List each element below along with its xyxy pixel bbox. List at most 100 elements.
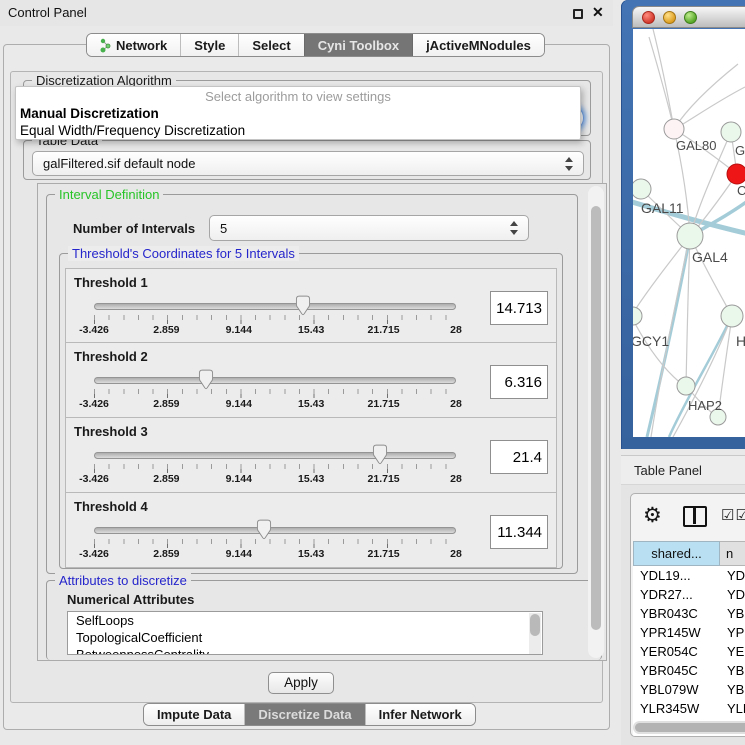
window-titlebar[interactable] — [632, 6, 745, 28]
threshold-slider[interactable]: -3.4262.8599.14415.4321.71528 — [94, 269, 456, 344]
close-traffic-light[interactable] — [642, 11, 655, 24]
list-item[interactable]: SelfLoops — [68, 612, 542, 629]
control-panel-tab-strip: Network Style Select Cyni Toolbox jActiv… — [86, 33, 545, 57]
tab-label: Style — [194, 38, 225, 53]
column-header-shared-name[interactable]: shared... — [633, 541, 720, 566]
slider-minor-ticks — [94, 464, 460, 469]
gear-icon[interactable]: ⚙ — [643, 502, 662, 530]
network-icon — [100, 38, 111, 53]
slider-thumb[interactable] — [295, 295, 310, 316]
slider-track[interactable] — [94, 452, 456, 459]
table-row[interactable]: YER054CYER0 — [633, 642, 745, 661]
threshold-row: Threshold 1 -3.4262.8599.14415.4321.7152… — [65, 268, 557, 343]
threshold-slider[interactable]: -3.4262.8599.14415.4321.71528 — [94, 493, 456, 568]
network-node[interactable] — [633, 307, 642, 325]
table-row[interactable]: YPR145WYPR1 — [633, 623, 745, 642]
group-title: Interval Definition — [55, 187, 163, 202]
close-icon[interactable]: ✕ — [592, 4, 604, 21]
slider-thumb[interactable] — [257, 519, 272, 540]
network-node[interactable] — [721, 305, 743, 327]
network-node[interactable] — [677, 377, 695, 395]
apply-button[interactable]: Apply — [268, 672, 334, 694]
number-of-intervals-combobox[interactable]: 5 — [209, 215, 529, 241]
threshold-slider[interactable]: -3.4262.8599.14415.4321.71528 — [94, 343, 456, 418]
slider-thumb[interactable] — [199, 369, 214, 390]
tab-label: jActiveMNodules — [426, 38, 531, 53]
list-item[interactable]: BetweennessCentrality — [68, 646, 542, 655]
tab-style[interactable]: Style — [180, 34, 238, 56]
table-panel-titlebar: Table Panel — [621, 455, 745, 485]
threshold-slider[interactable]: -3.4262.8599.14415.4321.71528 — [94, 418, 456, 493]
slider-track[interactable] — [94, 303, 456, 310]
table-panel: ⚙ ☑☑ shared... n YDL19...YDL1 YDR27...YD… — [621, 485, 745, 745]
settings-scroll-area: Interval Definition Number of Intervals … — [37, 183, 607, 661]
list-scrollbar[interactable] — [529, 613, 541, 655]
table-header-row: shared... n — [633, 541, 745, 566]
slider-tick-labels: -3.4262.8599.14415.4321.71528 — [94, 548, 456, 562]
tab-label: Select — [252, 38, 290, 53]
dropdown-placeholder-option[interactable]: Select algorithm to view settings — [16, 87, 580, 105]
network-canvas[interactable]: GAL80 G C GAL11 GAL4 GCY1 H HAP2 — [633, 29, 745, 437]
cyni-toolbox-panel: Discretization Algorithm Select algorith… — [10, 71, 603, 703]
node-label: GAL80 — [676, 138, 716, 153]
tab-impute-data[interactable]: Impute Data — [144, 704, 244, 725]
slider-track[interactable] — [94, 527, 456, 534]
float-window-icon[interactable] — [573, 9, 583, 19]
table-row[interactable]: YBR043CYBR0 — [633, 604, 745, 623]
split-columns-icon[interactable] — [683, 506, 707, 527]
column-checkboxes-icon[interactable]: ☑☑ — [721, 506, 745, 524]
node-label: GAL11 — [641, 200, 684, 216]
attributes-group: Attributes to discretize Numerical Attri… — [46, 580, 602, 660]
settings-scrollbar[interactable] — [588, 186, 604, 658]
slider-tick-labels: -3.4262.8599.14415.4321.71528 — [94, 473, 456, 487]
threshold-row: Threshold 3 -3.4262.8599.14415.4321.7152… — [65, 418, 557, 493]
slider-minor-ticks — [94, 539, 460, 544]
scrollbar-thumb[interactable] — [635, 723, 745, 732]
group-title: Threshold's Coordinates for 5 Intervals — [68, 246, 299, 261]
threshold-value-field[interactable] — [490, 440, 548, 474]
table-row[interactable]: YBL079WYBL0 — [633, 680, 745, 699]
number-of-intervals-value: 5 — [220, 221, 227, 236]
slider-thumb[interactable] — [372, 444, 387, 465]
network-node[interactable] — [721, 122, 741, 142]
network-node-selected[interactable] — [727, 164, 745, 184]
zoom-traffic-light[interactable] — [684, 11, 697, 24]
table-row[interactable]: YLR345WYLR3 — [633, 699, 745, 718]
network-node[interactable] — [633, 179, 651, 199]
table-row[interactable]: YDR27...YDR2 — [633, 585, 745, 604]
table-row[interactable]: YBR045CYBR0 — [633, 661, 745, 680]
scrollbar-thumb[interactable] — [530, 614, 540, 636]
dropdown-option-equal-width[interactable]: Equal Width/Frequency Discretization — [16, 122, 580, 139]
network-node[interactable] — [677, 223, 703, 249]
dropdown-option-manual-discretization[interactable]: Manual Discretization — [16, 105, 580, 122]
table-row[interactable]: YDL19...YDL1 — [633, 566, 745, 585]
tab-cyni-toolbox[interactable]: Cyni Toolbox — [304, 34, 412, 56]
tab-select[interactable]: Select — [238, 34, 303, 56]
threshold-row: Threshold 4 -3.4262.8599.14415.4321.7152… — [65, 493, 557, 568]
number-of-intervals-label: Number of Intervals — [73, 221, 195, 236]
threshold-value-field[interactable] — [490, 365, 548, 399]
tab-discretize-data[interactable]: Discretize Data — [244, 704, 364, 725]
table-horizontal-scrollbar[interactable] — [633, 721, 745, 734]
scrollbar-thumb[interactable] — [591, 206, 601, 630]
column-header-name[interactable]: n — [720, 541, 745, 566]
minimize-traffic-light[interactable] — [663, 11, 676, 24]
threshold-value-field[interactable] — [490, 291, 548, 325]
numerical-attributes-list: SelfLoops TopologicalCoefficient Between… — [67, 611, 543, 655]
threshold-row: Threshold 2 -3.4262.8599.14415.4321.7152… — [65, 343, 557, 418]
table-data-combobox[interactable]: galFiltered.sif default node — [32, 151, 584, 176]
tab-label: Network — [116, 38, 167, 53]
interval-definition-group: Interval Definition Number of Intervals … — [46, 194, 578, 574]
slider-minor-ticks — [94, 315, 460, 320]
network-view-window: GAL80 G C GAL11 GAL4 GCY1 H HAP2 — [621, 0, 745, 449]
slider-track[interactable] — [94, 377, 456, 384]
thresholds-group: Threshold's Coordinates for 5 Intervals … — [59, 253, 563, 569]
tab-jactivemnodules[interactable]: jActiveMNodules — [412, 34, 544, 56]
tab-infer-network[interactable]: Infer Network — [365, 704, 475, 725]
tab-network[interactable]: Network — [87, 34, 180, 56]
network-node[interactable] — [664, 119, 684, 139]
cyni-bottom-tab-strip: Impute Data Discretize Data Infer Networ… — [143, 703, 476, 726]
slider-tick-labels: -3.4262.8599.14415.4321.71528 — [94, 398, 456, 412]
list-item[interactable]: TopologicalCoefficient — [68, 629, 542, 646]
threshold-value-field[interactable] — [490, 515, 548, 549]
